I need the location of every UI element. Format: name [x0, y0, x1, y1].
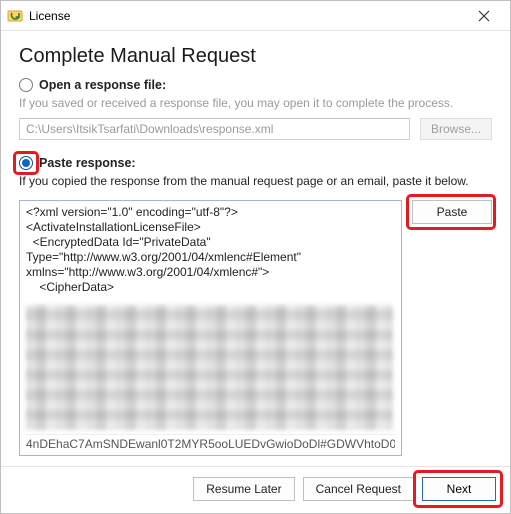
window-titlebar: License [1, 1, 510, 31]
next-button[interactable]: Next [422, 477, 496, 501]
radio-paste-response[interactable] [19, 156, 33, 170]
file-row: C:\Users\ItsikTsarfati\Downloads\respons… [19, 118, 492, 140]
option-open-file-label: Open a response file: [39, 78, 166, 92]
paste-button[interactable]: Paste [412, 200, 492, 224]
option-open-file-row[interactable]: Open a response file: [19, 78, 492, 92]
xml-line: xmlns="http://www.w3.org/2001/04/xmlenc#… [26, 265, 395, 280]
resume-later-button[interactable]: Resume Later [193, 477, 294, 501]
response-xml-textarea[interactable]: <?xml version="1.0" encoding="utf-8"?> <… [19, 200, 402, 456]
xml-line: <ActivateInstallationLicenseFile> [26, 220, 395, 235]
xml-line: Type="http://www.w3.org/2001/04/xmlenc#E… [26, 250, 395, 265]
close-icon [478, 10, 490, 22]
window-title: License [29, 9, 466, 23]
option-open-file-help: If you saved or received a response file… [19, 96, 492, 110]
close-button[interactable] [466, 2, 502, 30]
paste-row: <?xml version="1.0" encoding="utf-8"?> <… [19, 200, 492, 456]
redacted-xml-content [26, 305, 393, 430]
xml-tail-line: 4nDEhaC7AmSNDEwanl0T2MYR5ooLUEDvGwioDoDl… [26, 434, 395, 451]
paste-side: Paste [412, 200, 492, 456]
radio-open-file[interactable] [19, 78, 33, 92]
xml-line: <?xml version="1.0" encoding="utf-8"?> [26, 205, 395, 220]
cancel-request-button[interactable]: Cancel Request [303, 477, 414, 501]
dialog-content: Complete Manual Request Open a response … [1, 31, 510, 466]
page-title: Complete Manual Request [19, 45, 492, 68]
browse-button: Browse... [420, 118, 492, 140]
option-paste-help: If you copied the response from the manu… [19, 174, 492, 188]
xml-line: <CipherData> [26, 280, 395, 295]
option-paste-label: Paste response: [39, 156, 136, 170]
option-paste-row[interactable]: Paste response: [19, 156, 492, 170]
response-file-path-input[interactable]: C:\Users\ItsikTsarfati\Downloads\respons… [19, 118, 410, 140]
xml-line: <EncryptedData Id="PrivateData" [26, 235, 395, 250]
license-renew-icon [7, 8, 23, 24]
dialog-footer: Resume Later Cancel Request Next [1, 466, 510, 513]
